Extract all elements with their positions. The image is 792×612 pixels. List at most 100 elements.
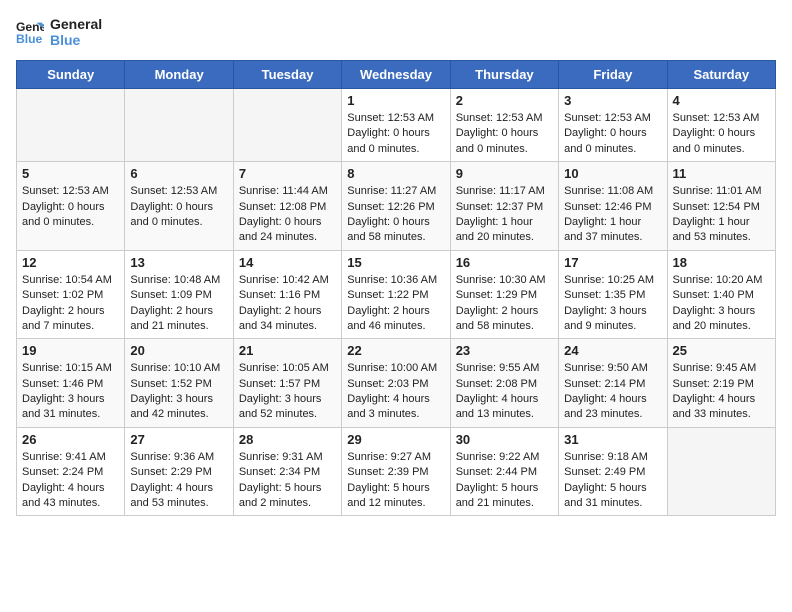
calendar-cell: 24 Sunrise: 9:50 AM Sunset: 2:14 PM Dayli…: [559, 339, 667, 428]
day-info: Sunrise: 9:55 AM Sunset: 2:08 PM Dayligh…: [456, 361, 553, 423]
day-info: Sunrise: 11:27 AM Sunset: 12:26 PM Dayli…: [347, 184, 444, 246]
day-info: Sunset: 12:53 AM Daylight: 0 hours and 0…: [456, 111, 553, 157]
calendar-cell: 8 Sunrise: 11:27 AM Sunset: 12:26 PM Dayl…: [342, 162, 450, 251]
page-header: General Blue General Blue: [16, 16, 776, 48]
day-number: 20: [130, 343, 227, 358]
day-info: Sunrise: 9:27 AM Sunset: 2:39 PM Dayligh…: [347, 450, 444, 512]
calendar-cell: 21 Sunrise: 10:05 AM Sunset: 1:57 PM Dayl…: [233, 339, 341, 428]
day-number: 21: [239, 343, 336, 358]
calendar-cell: 25 Sunrise: 9:45 AM Sunset: 2:19 PM Dayli…: [667, 339, 775, 428]
day-info: Sunset: 12:53 AM Daylight: 0 hours and 0…: [564, 111, 661, 157]
day-number: 11: [673, 166, 770, 181]
day-info: Sunrise: 10:20 AM Sunset: 1:40 PM Daylig…: [673, 273, 770, 335]
calendar-week-row: 1 Sunset: 12:53 AM Daylight: 0 hours and …: [17, 89, 776, 162]
day-number: 28: [239, 432, 336, 447]
calendar-week-row: 26 Sunrise: 9:41 AM Sunset: 2:24 PM Dayli…: [17, 427, 776, 516]
day-number: 8: [347, 166, 444, 181]
day-info: Sunrise: 10:10 AM Sunset: 1:52 PM Daylig…: [130, 361, 227, 423]
calendar-cell: [17, 89, 125, 162]
day-info: Sunrise: 11:01 AM Sunset: 12:54 PM Dayli…: [673, 184, 770, 246]
day-number: 24: [564, 343, 661, 358]
calendar-cell: 17Sunrise: 10:25 AM Sunset: 1:35 PM Dayl…: [559, 250, 667, 339]
day-info: Sunrise: 9:36 AM Sunset: 2:29 PM Dayligh…: [130, 450, 227, 512]
logo-line2: Blue: [50, 32, 102, 48]
day-info: Sunrise: 9:22 AM Sunset: 2:44 PM Dayligh…: [456, 450, 553, 512]
day-number: 1: [347, 93, 444, 108]
day-info: Sunset: 12:53 AM Daylight: 0 hours and 0…: [673, 111, 770, 157]
day-info: Sunrise: 10:48 AM Sunset: 1:09 PM Daylig…: [130, 273, 227, 335]
logo-line1: General: [50, 16, 102, 32]
svg-text:Blue: Blue: [16, 32, 43, 46]
calendar-cell: 31 Sunrise: 9:18 AM Sunset: 2:49 PM Dayli…: [559, 427, 667, 516]
calendar-week-row: 5 Sunset: 12:53 AM Daylight: 0 hours and …: [17, 162, 776, 251]
day-info: Sunrise: 10:05 AM Sunset: 1:57 PM Daylig…: [239, 361, 336, 423]
calendar-cell: 1 Sunset: 12:53 AM Daylight: 0 hours and …: [342, 89, 450, 162]
calendar-cell: 11 Sunrise: 11:01 AM Sunset: 12:54 PM Day…: [667, 162, 775, 251]
day-number: 22: [347, 343, 444, 358]
calendar-cell: [667, 427, 775, 516]
calendar-cell: 2 Sunset: 12:53 AM Daylight: 0 hours and …: [450, 89, 558, 162]
calendar-cell: 27 Sunrise: 9:36 AM Sunset: 2:29 PM Dayli…: [125, 427, 233, 516]
day-number: 6: [130, 166, 227, 181]
day-info: Sunrise: 10:36 AM Sunset: 1:22 PM Daylig…: [347, 273, 444, 335]
day-info: Sunrise: 9:45 AM Sunset: 2:19 PM Dayligh…: [673, 361, 770, 423]
calendar-week-row: 12Sunrise: 10:54 AM Sunset: 1:02 PM Dayl…: [17, 250, 776, 339]
day-number: 13: [130, 255, 227, 270]
calendar-cell: 23 Sunrise: 9:55 AM Sunset: 2:08 PM Dayli…: [450, 339, 558, 428]
calendar-week-row: 19 Sunrise: 10:15 AM Sunset: 1:46 PM Dayl…: [17, 339, 776, 428]
day-info: Sunrise: 10:00 AM Sunset: 2:03 PM Daylig…: [347, 361, 444, 423]
day-info: Sunrise: 9:31 AM Sunset: 2:34 PM Dayligh…: [239, 450, 336, 512]
day-number: 31: [564, 432, 661, 447]
calendar-cell: 9Sunrise: 11:17 AM Sunset: 12:37 PM Dayl…: [450, 162, 558, 251]
day-info: Sunrise: 9:50 AM Sunset: 2:14 PM Dayligh…: [564, 361, 661, 423]
day-number: 27: [130, 432, 227, 447]
calendar-cell: 3Sunset: 12:53 AM Daylight: 0 hours and …: [559, 89, 667, 162]
calendar-cell: 26 Sunrise: 9:41 AM Sunset: 2:24 PM Dayli…: [17, 427, 125, 516]
day-number: 25: [673, 343, 770, 358]
weekday-header-wednesday: Wednesday: [342, 61, 450, 89]
calendar-cell: 20 Sunrise: 10:10 AM Sunset: 1:52 PM Dayl…: [125, 339, 233, 428]
day-number: 2: [456, 93, 553, 108]
calendar-cell: [233, 89, 341, 162]
day-number: 19: [22, 343, 119, 358]
calendar-cell: 22 Sunrise: 10:00 AM Sunset: 2:03 PM Dayl…: [342, 339, 450, 428]
day-info: Sunrise: 11:44 AM Sunset: 12:08 PM Dayli…: [239, 184, 336, 246]
calendar-cell: 15 Sunrise: 10:36 AM Sunset: 1:22 PM Dayl…: [342, 250, 450, 339]
calendar-cell: 29 Sunrise: 9:27 AM Sunset: 2:39 PM Dayli…: [342, 427, 450, 516]
day-number: 29: [347, 432, 444, 447]
weekday-header-row: SundayMondayTuesdayWednesdayThursdayFrid…: [17, 61, 776, 89]
calendar-cell: 12Sunrise: 10:54 AM Sunset: 1:02 PM Dayl…: [17, 250, 125, 339]
day-number: 26: [22, 432, 119, 447]
day-info: Sunrise: 9:18 AM Sunset: 2:49 PM Dayligh…: [564, 450, 661, 512]
calendar-cell: 19 Sunrise: 10:15 AM Sunset: 1:46 PM Dayl…: [17, 339, 125, 428]
calendar-table: SundayMondayTuesdayWednesdayThursdayFrid…: [16, 60, 776, 516]
calendar-cell: [125, 89, 233, 162]
day-number: 14: [239, 255, 336, 270]
day-info: Sunrise: 10:54 AM Sunset: 1:02 PM Daylig…: [22, 273, 119, 335]
day-info: Sunrise: 10:15 AM Sunset: 1:46 PM Daylig…: [22, 361, 119, 423]
calendar-cell: 28 Sunrise: 9:31 AM Sunset: 2:34 PM Dayli…: [233, 427, 341, 516]
day-number: 7: [239, 166, 336, 181]
day-number: 5: [22, 166, 119, 181]
day-number: 30: [456, 432, 553, 447]
day-info: Sunset: 12:53 AM Daylight: 0 hours and 0…: [347, 111, 444, 157]
calendar-cell: 18 Sunrise: 10:20 AM Sunset: 1:40 PM Dayl…: [667, 250, 775, 339]
day-info: Sunrise: 9:41 AM Sunset: 2:24 PM Dayligh…: [22, 450, 119, 512]
day-info: Sunset: 12:53 AM Daylight: 0 hours and 0…: [22, 184, 119, 230]
day-info: Sunrise: 10:25 AM Sunset: 1:35 PM Daylig…: [564, 273, 661, 335]
day-number: 15: [347, 255, 444, 270]
calendar-cell: 13 Sunrise: 10:48 AM Sunset: 1:09 PM Dayl…: [125, 250, 233, 339]
day-info: Sunrise: 10:42 AM Sunset: 1:16 PM Daylig…: [239, 273, 336, 335]
calendar-cell: 14 Sunrise: 10:42 AM Sunset: 1:16 PM Dayl…: [233, 250, 341, 339]
weekday-header-sunday: Sunday: [17, 61, 125, 89]
day-number: 18: [673, 255, 770, 270]
day-number: 10: [564, 166, 661, 181]
calendar-cell: 10Sunrise: 11:08 AM Sunset: 12:46 PM Day…: [559, 162, 667, 251]
weekday-header-tuesday: Tuesday: [233, 61, 341, 89]
weekday-header-saturday: Saturday: [667, 61, 775, 89]
day-info: Sunset: 12:53 AM Daylight: 0 hours and 0…: [130, 184, 227, 230]
calendar-cell: 6 Sunset: 12:53 AM Daylight: 0 hours and …: [125, 162, 233, 251]
weekday-header-thursday: Thursday: [450, 61, 558, 89]
day-number: 23: [456, 343, 553, 358]
calendar-cell: 5 Sunset: 12:53 AM Daylight: 0 hours and …: [17, 162, 125, 251]
